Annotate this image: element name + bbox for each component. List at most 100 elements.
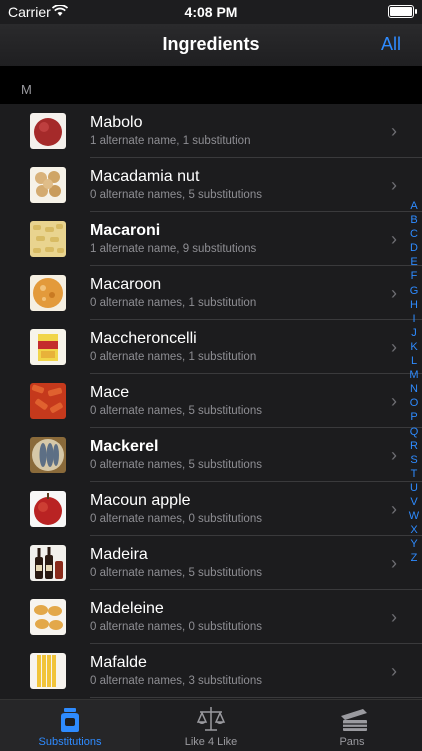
chevron-right-icon: › xyxy=(391,391,397,411)
index-letter[interactable]: D xyxy=(407,241,421,255)
index-letter[interactable]: N xyxy=(407,382,421,396)
item-detail: 0 alternate names, 5 substitutions xyxy=(90,189,262,201)
item-detail: 1 alternate name, 9 substitutions xyxy=(90,243,257,255)
chevron-right-icon: › xyxy=(391,607,397,627)
chevron-right-icon: › xyxy=(391,121,397,141)
pasta-package-thumbnail-icon xyxy=(30,329,66,365)
list-item[interactable]: Madeleine 0 alternate names, 0 substitut… xyxy=(0,590,422,644)
apple-thumbnail-icon xyxy=(30,491,66,527)
spice-thumbnail-icon xyxy=(30,383,66,419)
list-item[interactable]: Macaroon 0 alternate names, 1 substituti… xyxy=(0,266,422,320)
list-item[interactable]: Macoun apple 0 alternate names, 0 substi… xyxy=(0,482,422,536)
section-header: M xyxy=(0,66,422,104)
index-letter[interactable]: G xyxy=(407,284,421,298)
item-name: Mackerel xyxy=(90,438,159,455)
index-letter[interactable]: B xyxy=(407,213,421,227)
item-detail: 0 alternate names, 3 substitutions xyxy=(90,675,262,687)
chevron-right-icon: › xyxy=(391,337,397,357)
index-letter[interactable]: J xyxy=(407,326,421,340)
index-letter[interactable]: L xyxy=(407,354,421,368)
item-name: Macaroon xyxy=(90,276,162,293)
item-name: Mabolo xyxy=(90,114,143,131)
list-item[interactable]: Mace 0 alternate names, 5 substitutions … xyxy=(0,374,422,428)
navigation-bar: Ingredients All xyxy=(0,24,422,66)
list-item[interactable]: Macaroni 1 alternate name, 9 substitutio… xyxy=(0,212,422,266)
scale-icon xyxy=(196,707,226,731)
page-title: Ingredients xyxy=(162,34,260,54)
list-item[interactable]: Madeira 0 alternate names, 5 substitutio… xyxy=(0,536,422,590)
ingredient-list[interactable]: Mabolo 1 alternate name, 1 substitution … xyxy=(0,104,422,699)
index-letter[interactable]: U xyxy=(407,481,421,495)
tab-label: Pans xyxy=(339,736,365,748)
item-detail: 0 alternate names, 5 substitutions xyxy=(90,459,262,471)
index-letter[interactable]: E xyxy=(407,255,421,269)
index-letter[interactable]: Q xyxy=(407,425,421,439)
item-detail: 0 alternate names, 1 substitution xyxy=(90,297,257,309)
item-name: Mafalde xyxy=(90,654,147,671)
index-letter[interactable]: V xyxy=(407,495,421,509)
section-index[interactable]: A B C D E F G H I J K L M N O P Q R S T … xyxy=(407,199,421,565)
item-name: Madeira xyxy=(90,546,148,563)
clock: 4:08 PM xyxy=(184,4,238,20)
item-detail: 0 alternate names, 5 substitutions xyxy=(90,405,262,417)
list-item[interactable]: Mabolo 1 alternate name, 1 substitution … xyxy=(0,104,422,158)
item-name: Macoun apple xyxy=(90,492,191,509)
list-item[interactable]: Mafalde 0 alternate names, 3 substitutio… xyxy=(0,644,422,698)
item-detail: 0 alternate names, 0 substitutions xyxy=(90,513,262,525)
index-letter[interactable]: S xyxy=(407,453,421,467)
item-detail: 1 alternate name, 1 substitution xyxy=(90,135,251,147)
chevron-right-icon: › xyxy=(391,229,397,249)
index-letter[interactable]: P xyxy=(407,410,421,424)
index-letter[interactable]: X xyxy=(407,523,421,537)
index-letter[interactable]: M xyxy=(407,368,421,382)
tab-label: Like 4 Like xyxy=(184,736,238,748)
index-letter[interactable]: C xyxy=(407,227,421,241)
item-name: Macadamia nut xyxy=(90,168,200,185)
jar-icon xyxy=(61,708,79,732)
index-letter[interactable]: T xyxy=(407,467,421,481)
list-item[interactable]: Macadamia nut 0 alternate names, 5 subst… xyxy=(0,158,422,212)
cake-thumbnail-icon xyxy=(30,599,66,635)
cookie-thumbnail-icon xyxy=(30,275,66,311)
battery-icon xyxy=(388,5,417,18)
item-detail: 0 alternate names, 5 substitutions xyxy=(90,567,262,579)
pans-icon xyxy=(341,709,367,731)
list-item[interactable]: Maccheroncelli 0 alternate names, 1 subs… xyxy=(0,320,422,374)
item-name: Madeleine xyxy=(90,600,164,617)
index-letter[interactable]: W xyxy=(407,509,421,523)
chevron-right-icon: › xyxy=(391,553,397,573)
wine-bottles-thumbnail-icon xyxy=(30,545,66,581)
tab-label: Substitutions xyxy=(38,736,102,748)
chevron-right-icon: › xyxy=(391,445,397,465)
index-letter[interactable]: O xyxy=(407,396,421,410)
pasta-ribbon-thumbnail-icon xyxy=(30,653,66,689)
tab-pans[interactable]: Pans xyxy=(282,700,422,751)
tab-bar: Substitutions Like 4 Like Pans xyxy=(0,699,422,751)
item-name: Mace xyxy=(90,384,130,401)
index-letter[interactable]: Z xyxy=(407,551,421,565)
pasta-thumbnail-icon xyxy=(30,221,66,257)
list-item[interactable]: Mackerel 0 alternate names, 5 substituti… xyxy=(0,428,422,482)
tab-like-4-like[interactable]: Like 4 Like xyxy=(141,700,281,751)
index-letter[interactable]: F xyxy=(407,269,421,283)
item-detail: 0 alternate names, 0 substitutions xyxy=(90,621,262,633)
item-name: Macaroni xyxy=(90,222,161,239)
index-letter[interactable]: R xyxy=(407,439,421,453)
chevron-right-icon: › xyxy=(391,283,397,303)
fish-thumbnail-icon xyxy=(30,437,66,473)
chevron-right-icon: › xyxy=(391,661,397,681)
index-letter[interactable]: K xyxy=(407,340,421,354)
nut-thumbnail-icon xyxy=(30,167,66,203)
index-letter[interactable]: Y xyxy=(407,537,421,551)
index-letter[interactable]: I xyxy=(407,312,421,326)
fruit-thumbnail-icon xyxy=(30,113,66,149)
item-name: Maccheroncelli xyxy=(90,330,197,347)
tab-substitutions[interactable]: Substitutions xyxy=(0,700,140,751)
section-header-label: M xyxy=(21,82,32,97)
index-letter[interactable]: A xyxy=(407,199,421,213)
all-button[interactable]: All xyxy=(381,34,401,55)
item-detail: 0 alternate names, 1 substitution xyxy=(90,351,257,363)
chevron-right-icon: › xyxy=(391,175,397,195)
index-letter[interactable]: H xyxy=(407,298,421,312)
status-bar: Carrier 4:08 PM xyxy=(0,0,422,24)
